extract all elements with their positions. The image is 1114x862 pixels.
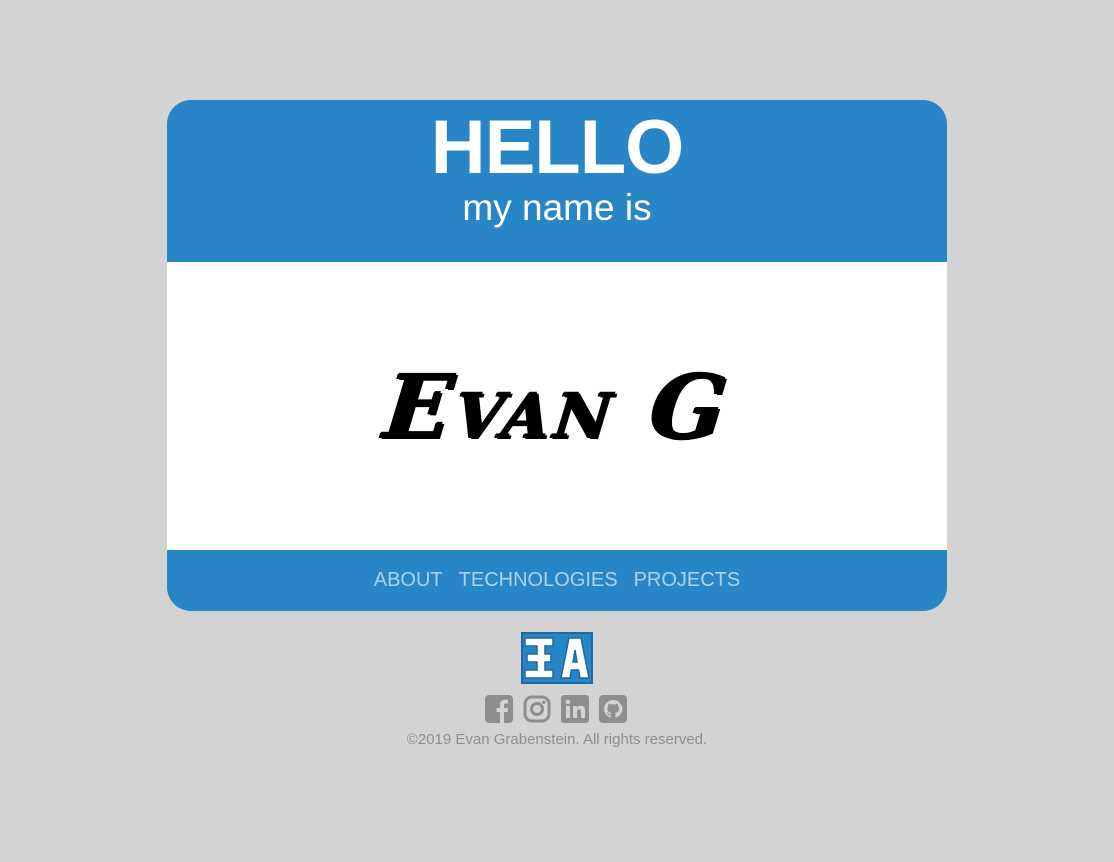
instagram-icon[interactable] [523, 695, 551, 723]
greeting-heading: HELLO [430, 105, 685, 190]
social-links [485, 695, 627, 723]
name-tag-card: HELLO my name is Evan G ABOUT TECHNOLOGI… [167, 100, 947, 611]
main-nav: ABOUT TECHNOLOGIES PROJECTS [167, 550, 947, 611]
name-area: Evan G [167, 262, 947, 550]
nav-link-projects[interactable]: PROJECTS [634, 569, 741, 592]
facebook-icon[interactable] [485, 695, 513, 723]
github-icon[interactable] [599, 695, 627, 723]
linkedin-icon[interactable] [561, 695, 589, 723]
copyright-text: ©2019 Evan Grabenstein. All rights reser… [406, 731, 708, 748]
card-header: HELLO my name is [167, 100, 947, 262]
greeting-subtitle: my name is [462, 187, 652, 228]
page: HELLO my name is Evan G ABOUT TECHNOLOGI… [0, 0, 1114, 862]
eg-logo[interactable] [521, 632, 593, 684]
handwritten-name: Evan G [379, 354, 735, 458]
nav-link-about[interactable]: ABOUT [374, 569, 443, 592]
nav-link-technologies[interactable]: TECHNOLOGIES [459, 569, 618, 592]
